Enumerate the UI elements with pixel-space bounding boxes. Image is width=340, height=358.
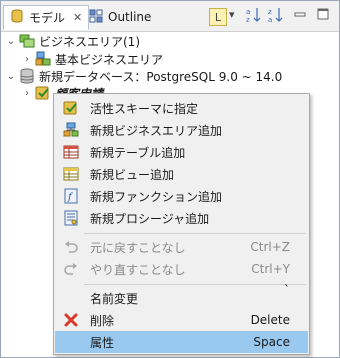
chevron-right-icon[interactable]: ›	[21, 54, 33, 65]
menu-item-add-procedure[interactable]: 新規プロシージャ追加	[55, 207, 308, 229]
sort-descending-icon[interactable]: z a	[267, 6, 285, 24]
menu-item-redo[interactable]: やり直すことなし Ctrl+Y	[55, 258, 308, 280]
menu-item-label: 新規ビジネスエリア追加	[90, 123, 223, 138]
menu-item-undo[interactable]: 元に戻すことなし Ctrl+Z	[55, 236, 308, 258]
view-icon	[60, 163, 82, 185]
tree-item-business-areas[interactable]: ⌄ ビジネスエリア(1)	[5, 32, 140, 50]
menu-item-add-table[interactable]: 新規テーブル追加	[55, 141, 308, 163]
sort-ascending-icon[interactable]: a z	[245, 6, 263, 24]
menu-item-set-active-schema[interactable]: 活性スキーマに指定	[55, 97, 308, 119]
menu-item-label: 元に戻すことなし	[90, 240, 186, 255]
procedure-icon	[60, 207, 82, 229]
maximize-icon[interactable]	[316, 7, 330, 21]
menu-item-label: 新規プロシージャ追加	[90, 211, 210, 226]
business-area-icon	[60, 119, 82, 141]
view-tab-bar: モデル ✕ Outline L ▾ a z z a	[1, 1, 339, 32]
tree-item-basic-business-area[interactable]: › 基本ビジネスエリア	[21, 50, 163, 68]
business-area-icon	[35, 51, 51, 67]
view-menu-icon-glyph: L	[214, 10, 222, 24]
menu-item-add-business-area[interactable]: 新規ビジネスエリア追加	[55, 119, 308, 141]
function-icon: f	[60, 185, 82, 207]
tree-item-database[interactable]: ⌄ 新規データベース：PostgreSQL 9.0 ~ 14.0	[5, 67, 282, 85]
chevron-down-icon[interactable]: ⌄	[5, 71, 17, 82]
menu-item-accelerator: Delete	[250, 313, 290, 327]
menu-separator	[84, 284, 306, 285]
svg-text:a: a	[246, 8, 250, 16]
menu-item-label: 活性スキーマに指定	[90, 101, 199, 116]
tree-item-label: 基本ビジネスエリア	[55, 52, 164, 67]
tree-item-label: 新規データベース：PostgreSQL 9.0 ~ 14.0	[39, 69, 283, 84]
tree-item-label: ビジネスエリア(1)	[39, 34, 140, 49]
menu-item-accelerator: Ctrl+Y	[251, 262, 290, 276]
model-view-panel: モデル ✕ Outline L ▾ a z z a ⌄ ビジネスエリア(1) ›…	[0, 0, 340, 358]
menu-item-add-view[interactable]: 新規ビュー追加	[55, 163, 308, 185]
context-menu: 活性スキーマに指定 新規ビジネスエリア追加 新規テーブル追加 新規ビュー追加 f…	[53, 93, 310, 355]
svg-text:z: z	[246, 16, 250, 24]
svg-text:a: a	[268, 16, 272, 24]
menu-item-accelerator: Space	[253, 335, 290, 349]
svg-text:z: z	[268, 8, 272, 16]
tab-outline-label: Outline	[108, 10, 152, 24]
database-icon	[19, 68, 35, 84]
menu-item-accelerator: `	[284, 283, 290, 297]
minimize-icon[interactable]	[293, 7, 307, 21]
menu-item-label: 属性	[90, 335, 115, 350]
menu-item-label: 新規ビュー追加	[90, 167, 175, 182]
menu-item-rename[interactable]: 名前変更 `	[55, 283, 308, 309]
business-area-group-icon	[19, 33, 35, 49]
tab-outline[interactable]: Outline	[83, 5, 157, 29]
menu-item-add-function[interactable]: f 新規ファンクション追加	[55, 185, 308, 207]
menu-item-label: 削除	[90, 313, 115, 328]
tab-model-label: モデル	[29, 11, 66, 25]
chevron-down-icon[interactable]: ⌄	[5, 36, 17, 47]
menu-item-properties[interactable]: 属性 Space	[55, 331, 308, 353]
menu-separator	[84, 233, 306, 234]
menu-item-label: 新規テーブル追加	[90, 145, 186, 160]
menu-item-accelerator: Ctrl+Z	[250, 240, 290, 254]
database-icon	[10, 9, 24, 26]
table-icon	[60, 141, 82, 163]
menu-item-label: 名前変更	[90, 291, 139, 306]
menu-item-delete[interactable]: 削除 Delete	[55, 309, 308, 331]
menu-item-label: 新規ファンクション追加	[90, 189, 223, 204]
schema-icon	[35, 85, 51, 101]
chevron-right-icon[interactable]: ›	[21, 88, 33, 99]
menu-item-label: やり直すことなし	[90, 262, 186, 277]
undo-icon	[60, 236, 82, 258]
delete-icon	[60, 309, 82, 331]
view-menu-icon[interactable]: L	[209, 8, 227, 26]
dropdown-glyph: ▾	[229, 8, 235, 21]
redo-icon	[60, 258, 82, 280]
chevron-down-icon[interactable]: ▾	[229, 8, 235, 21]
outline-icon	[89, 9, 103, 26]
tab-model[interactable]: モデル ✕	[3, 5, 90, 30]
close-icon[interactable]: ✕	[73, 11, 82, 24]
schema-icon	[60, 97, 82, 119]
